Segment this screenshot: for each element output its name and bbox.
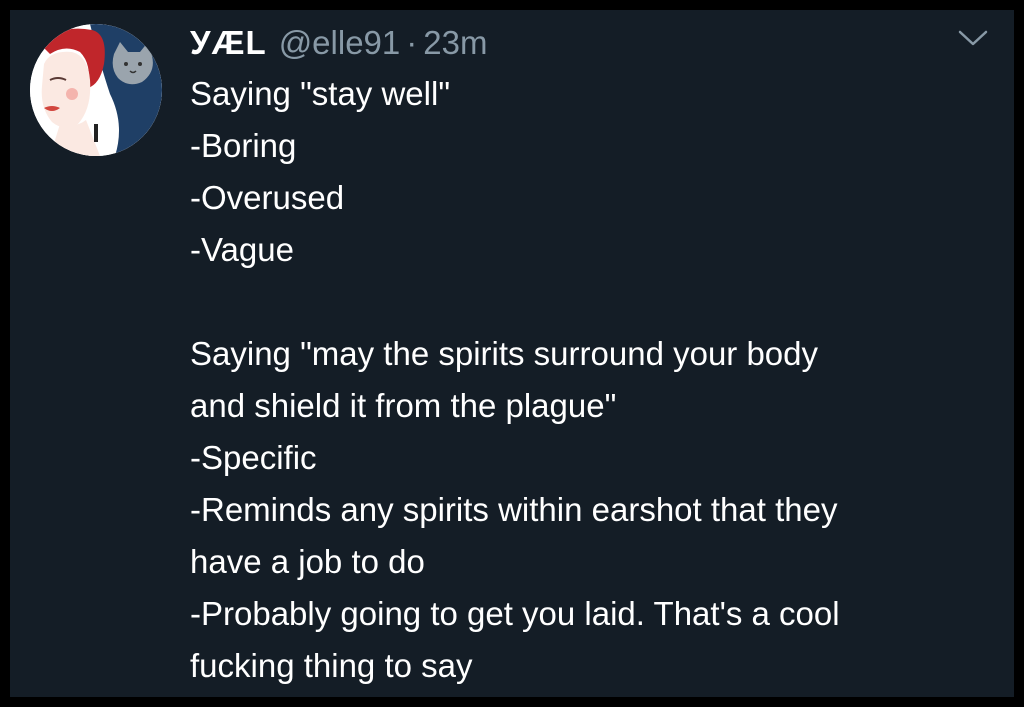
tweet-timestamp[interactable]: 23m [423,18,487,68]
header-separator: · [406,24,418,61]
tweet-content: УÆL @elle91 · 23m Saying "stay well" -Bo… [190,18,990,692]
tweet-line: Saying "stay well" [190,75,451,112]
tweet-line: -Vague [190,231,294,268]
avatar-illustration-icon [30,24,162,156]
tweet-line: -Boring [190,127,297,164]
author-display-name[interactable]: УÆL [190,18,267,68]
tweet-header: УÆL @elle91 · 23m [190,18,990,68]
author-handle[interactable]: @elle91 [279,18,401,68]
tweet-line: fucking thing to say [190,647,473,684]
tweet-line: -Reminds any spirits within earshot that… [190,491,838,528]
tweet-text: Saying "stay well" -Boring -Overused -Va… [190,68,990,692]
tweet-line: -Probably going to get you laid. That's … [190,595,840,632]
tweet-line: -Overused [190,179,345,216]
tweet-line: and shield it from the plague" [190,387,617,424]
tweet-line: Saying "may the spirits surround your bo… [190,335,819,372]
chevron-down-icon[interactable] [956,26,990,50]
tweet-line: -Specific [190,439,317,476]
tweet-line: have a job to do [190,543,425,580]
avatar[interactable] [30,24,162,156]
tweet-card: УÆL @elle91 · 23m Saying "stay well" -Bo… [10,10,1014,697]
